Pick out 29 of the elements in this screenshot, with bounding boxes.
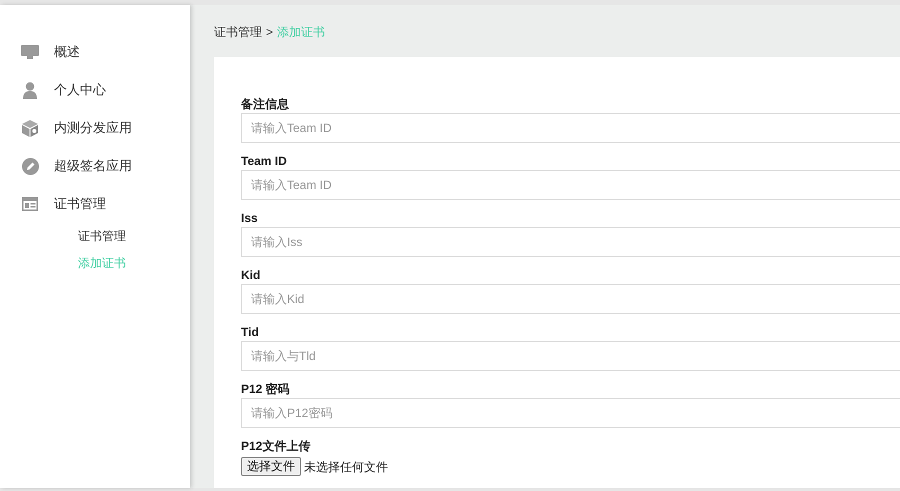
input-field[interactable]: 请输入P12密码	[241, 398, 900, 428]
monitor-icon	[21, 45, 39, 59]
pencil-icon	[22, 158, 38, 174]
person-icon	[23, 82, 37, 98]
input-field[interactable]: 请输入Kid	[241, 284, 900, 314]
id-card-icon	[22, 197, 38, 211]
field-label: Kid	[241, 267, 260, 284]
breadcrumb-current: 添加证书	[277, 24, 326, 41]
sidebar-subitem[interactable]: 证书管理	[78, 223, 126, 250]
input-field[interactable]: 请输入Team ID	[241, 170, 900, 200]
field-label: P12 密码	[241, 381, 290, 398]
breadcrumb-link[interactable]: 证书管理	[214, 23, 262, 57]
input-field[interactable]: 请输入与Tld	[241, 341, 900, 371]
field-label: Team ID	[241, 153, 287, 170]
sidebar-item[interactable]: 概述	[53, 42, 80, 62]
field-label: Tid	[241, 324, 259, 341]
sidebar-item[interactable]: 超级签名应用	[53, 156, 132, 176]
field-label: 备注信息	[241, 96, 289, 113]
field-label: Iss	[241, 210, 258, 227]
field-label: P12文件上传	[241, 438, 310, 455]
sidebar-item[interactable]: 证书管理	[53, 194, 106, 214]
box-icon	[22, 120, 38, 136]
choose-file-button[interactable]: 选择文件	[241, 457, 301, 476]
file-status: 未选择任何文件	[304, 458, 388, 476]
sidebar-item[interactable]: 个人中心	[53, 80, 106, 100]
input-field[interactable]: 请输入Iss	[241, 227, 900, 257]
input-field[interactable]: 请输入Team ID	[241, 113, 900, 143]
sidebar-item[interactable]: 内测分发应用	[53, 118, 132, 138]
breadcrumb-separator: >	[266, 24, 274, 41]
